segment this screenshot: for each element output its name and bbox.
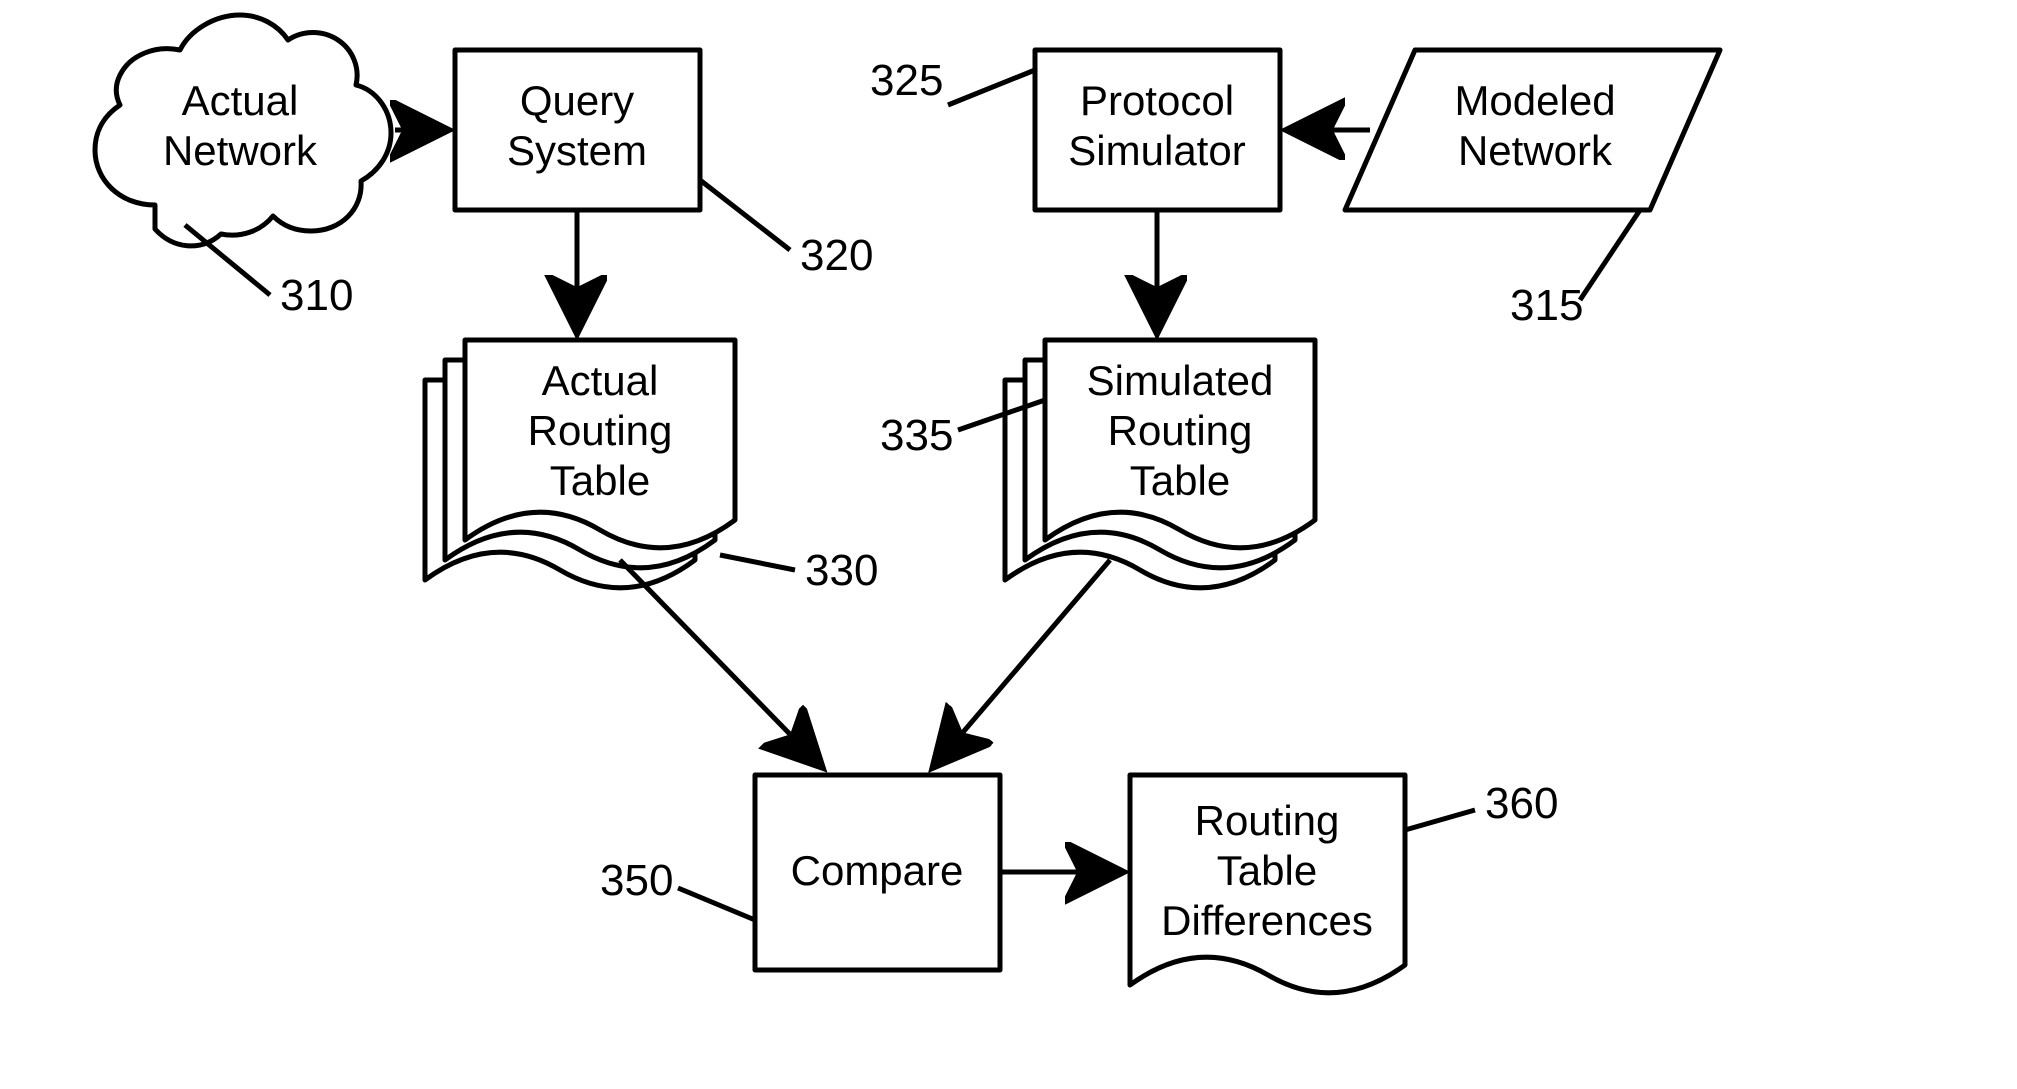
label: Routing: [528, 407, 673, 454]
node-query-system: Query System: [455, 50, 700, 210]
label: Protocol: [1080, 77, 1234, 124]
node-modeled-network: Modeled Network: [1345, 50, 1720, 210]
ref-350: 350: [600, 856, 673, 905]
node-simulated-routing-table: Simulated Routing Table: [1005, 340, 1315, 588]
node-actual-network: Actual Network: [95, 15, 391, 246]
label: Compare: [791, 847, 964, 894]
label: Modeled: [1454, 77, 1615, 124]
node-protocol-simulator: Protocol Simulator: [1035, 50, 1280, 210]
ref-320: 320: [800, 231, 873, 280]
node-compare: Compare: [755, 775, 1000, 970]
label: Routing: [1108, 407, 1253, 454]
label: Network: [163, 127, 318, 174]
arrow-simrt-to-compare: [935, 560, 1110, 765]
ref-315: 315: [1510, 281, 1583, 330]
ref-325: 325: [870, 56, 943, 105]
label: Table: [550, 457, 650, 504]
node-actual-routing-table: Actual Routing Table: [425, 340, 735, 588]
label: Network: [1458, 127, 1613, 174]
label: Simulated: [1087, 357, 1274, 404]
label: Actual: [182, 77, 299, 124]
label: Table: [1217, 847, 1317, 894]
label: Table: [1130, 457, 1230, 504]
label: Query: [520, 77, 634, 124]
node-differences: Routing Table Differences: [1130, 775, 1405, 993]
label: System: [507, 127, 647, 174]
ref-335: 335: [880, 411, 953, 460]
label: Actual: [542, 357, 659, 404]
arrow-actualrt-to-compare: [620, 560, 820, 765]
label: Simulator: [1068, 127, 1245, 174]
label: Routing: [1195, 797, 1340, 844]
ref-310: 310: [280, 271, 353, 320]
ref-330: 330: [805, 546, 878, 595]
ref-360: 360: [1485, 779, 1558, 828]
label: Differences: [1161, 897, 1373, 944]
diagram-canvas: Actual Network 310 Query System 320 Prot…: [0, 0, 2017, 1089]
